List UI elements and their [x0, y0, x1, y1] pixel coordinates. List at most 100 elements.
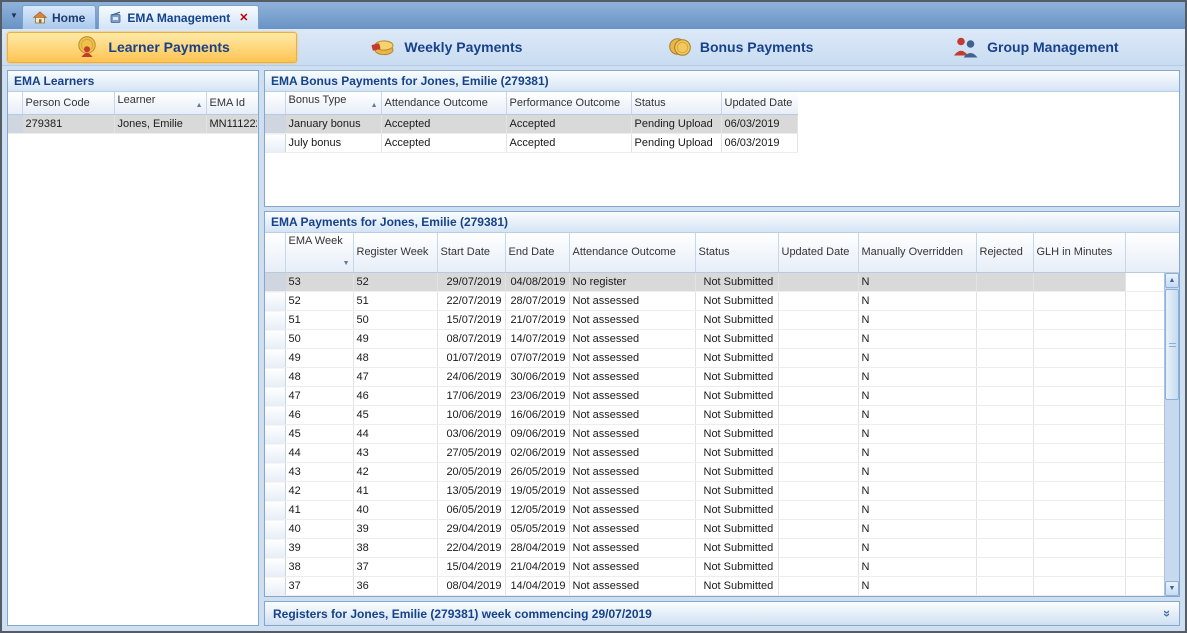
cell[interactable]: 41 [353, 482, 437, 501]
cell[interactable]: Not Submitted [695, 558, 778, 577]
row-selector-header[interactable] [8, 92, 22, 115]
cell[interactable]: N [858, 558, 976, 577]
group-management-button[interactable]: Group Management [890, 32, 1180, 63]
cell[interactable]: Not Submitted [695, 425, 778, 444]
cell[interactable]: N [858, 406, 976, 425]
row-selector[interactable] [265, 482, 285, 501]
table-row[interactable]: 279381Jones, EmilieMN111222 [8, 115, 258, 134]
cell[interactable] [976, 387, 1033, 406]
column-header-ema-week[interactable]: EMA Week▼ [285, 233, 353, 273]
table-row[interactable]: 504908/07/201914/07/2019Not assessedNot … [265, 330, 1164, 349]
cell[interactable] [778, 330, 858, 349]
cell[interactable]: N [858, 444, 976, 463]
column-header-updated-date[interactable]: Updated Date [721, 92, 798, 115]
cell[interactable] [976, 520, 1033, 539]
cell[interactable]: 49 [285, 349, 353, 368]
cell[interactable]: Not Submitted [695, 577, 778, 596]
cell[interactable]: 17/06/2019 [437, 387, 505, 406]
cell[interactable]: N [858, 501, 976, 520]
cell[interactable]: 01/07/2019 [437, 349, 505, 368]
cell[interactable]: 48 [285, 368, 353, 387]
cell[interactable] [976, 463, 1033, 482]
cell[interactable]: 36 [353, 577, 437, 596]
cell[interactable]: N [858, 311, 976, 330]
cell[interactable]: 14/04/2019 [505, 577, 569, 596]
learner-payments-button[interactable]: Learner Payments [7, 32, 297, 63]
cell[interactable]: Not Submitted [695, 520, 778, 539]
cell[interactable]: N [858, 368, 976, 387]
row-selector[interactable] [265, 134, 285, 153]
column-header-learner[interactable]: Learner▲ [114, 92, 206, 115]
registers-bar[interactable]: Registers for Jones, Emilie (279381) wee… [264, 601, 1180, 626]
cell[interactable] [1033, 444, 1125, 463]
cell[interactable] [976, 368, 1033, 387]
cell[interactable]: 279381 [22, 115, 114, 134]
cell[interactable]: 51 [353, 292, 437, 311]
column-header-start-date[interactable]: Start Date [437, 233, 505, 273]
table-row[interactable]: 494801/07/201907/07/2019Not assessedNot … [265, 349, 1164, 368]
cell[interactable]: 49 [353, 330, 437, 349]
cell[interactable] [1033, 482, 1125, 501]
cell[interactable] [1033, 273, 1125, 292]
cell[interactable]: Not Submitted [695, 330, 778, 349]
cell[interactable]: 52 [285, 292, 353, 311]
cell[interactable]: N [858, 330, 976, 349]
row-selector[interactable] [265, 311, 285, 330]
cell[interactable] [1033, 349, 1125, 368]
cell[interactable]: 15/04/2019 [437, 558, 505, 577]
table-row[interactable]: 515015/07/201921/07/2019Not assessedNot … [265, 311, 1164, 330]
row-selector[interactable] [265, 406, 285, 425]
cell[interactable]: N [858, 463, 976, 482]
row-selector[interactable] [265, 387, 285, 406]
cell[interactable] [976, 406, 1033, 425]
cell[interactable]: 02/06/2019 [505, 444, 569, 463]
cell[interactable]: 24/06/2019 [437, 368, 505, 387]
cell[interactable]: 08/07/2019 [437, 330, 505, 349]
cell[interactable]: Not assessed [569, 577, 695, 596]
cell[interactable]: 37 [285, 577, 353, 596]
cell[interactable] [976, 330, 1033, 349]
column-header-rejected[interactable]: Rejected [976, 233, 1033, 273]
cell[interactable] [1033, 387, 1125, 406]
cell[interactable] [778, 501, 858, 520]
cell[interactable] [1033, 577, 1125, 596]
table-row[interactable]: 535229/07/201904/08/2019No registerNot S… [265, 273, 1164, 292]
cell[interactable]: 41 [285, 501, 353, 520]
cell[interactable] [1033, 368, 1125, 387]
cell[interactable]: Accepted [381, 115, 506, 134]
row-selector[interactable] [8, 115, 22, 134]
cell[interactable]: Accepted [506, 115, 631, 134]
table-row[interactable]: July bonusAcceptedAcceptedPending Upload… [265, 134, 798, 153]
cell[interactable]: 40 [285, 520, 353, 539]
cell[interactable]: Not assessed [569, 406, 695, 425]
cell[interactable]: 06/03/2019 [721, 115, 798, 134]
cell[interactable] [778, 558, 858, 577]
cell[interactable] [976, 596, 1033, 597]
cell[interactable]: Not assessed [569, 292, 695, 311]
cell[interactable] [778, 292, 858, 311]
cell[interactable] [1033, 463, 1125, 482]
cell[interactable]: N [858, 425, 976, 444]
cell[interactable]: N [858, 520, 976, 539]
cell[interactable]: Not assessed [569, 596, 695, 597]
scrollbar-track[interactable] [1165, 288, 1179, 581]
cell[interactable]: Accepted [506, 134, 631, 153]
table-row[interactable]: 474617/06/201923/06/2019Not assessedNot … [265, 387, 1164, 406]
cell[interactable]: 12/05/2019 [505, 501, 569, 520]
row-selector[interactable] [265, 425, 285, 444]
cell[interactable]: 43 [353, 444, 437, 463]
cell[interactable]: Not Submitted [695, 292, 778, 311]
column-header-updated-date[interactable]: Updated Date [778, 233, 858, 273]
row-selector[interactable] [265, 539, 285, 558]
cell[interactable]: 38 [353, 539, 437, 558]
cell[interactable]: 22/04/2019 [437, 539, 505, 558]
scrollbar-thumb[interactable] [1165, 289, 1179, 400]
cell[interactable]: 04/08/2019 [505, 273, 569, 292]
cell[interactable]: 45 [353, 406, 437, 425]
column-header-person-code[interactable]: Person Code [22, 92, 114, 115]
cell[interactable]: N [858, 349, 976, 368]
column-header-ema-id[interactable]: EMA Id [206, 92, 258, 115]
cell[interactable]: 09/06/2019 [505, 425, 569, 444]
cell[interactable]: 50 [285, 330, 353, 349]
cell[interactable]: 42 [353, 463, 437, 482]
